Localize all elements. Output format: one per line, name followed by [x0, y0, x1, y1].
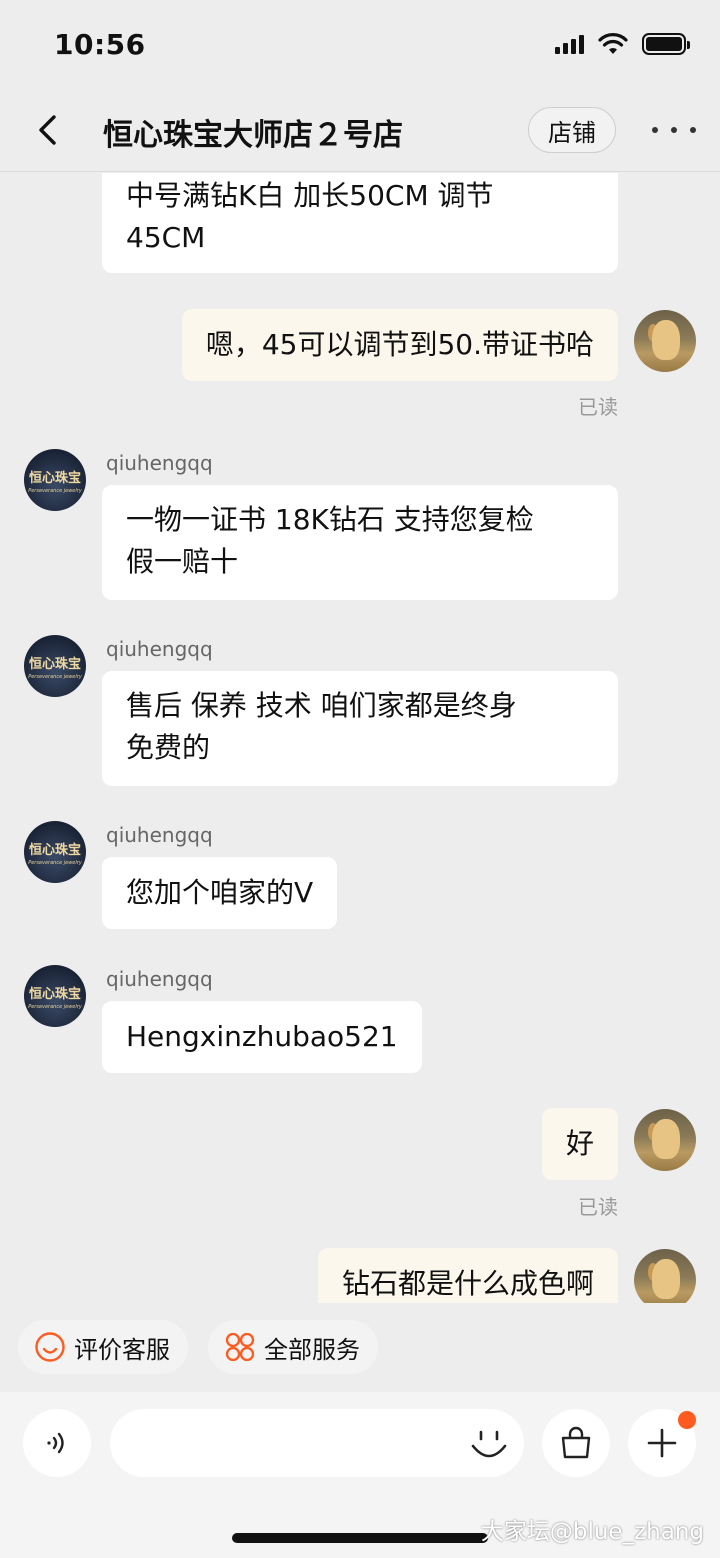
shop-avatar-name: 恒心珠宝 [28, 842, 81, 858]
all-services-button[interactable]: 全部服务 [208, 1320, 378, 1374]
cellular-signal-icon [555, 34, 584, 54]
message-bubble-incoming[interactable]: 您加个咱家的V [102, 857, 338, 929]
shop-avatar-name: 恒心珠宝 [28, 470, 81, 486]
home-indicator[interactable] [232, 1533, 488, 1543]
shop-avatar-name: 恒心珠宝 [28, 656, 81, 672]
message-bubble-incoming[interactable]: 一物一证书 18K钻石 支持您复检 假一赔十 [102, 485, 618, 600]
more-options-button[interactable] [652, 110, 696, 150]
voice-input-button[interactable] [23, 1409, 91, 1477]
more-dot-icon [671, 127, 677, 133]
more-dot-icon [652, 127, 658, 133]
notification-badge [678, 1411, 696, 1429]
quick-actions: 评价客服 全部服务 [18, 1320, 378, 1374]
shop-avatar-subtitle: Perseverance jewelry [28, 1003, 82, 1010]
watermark: 大家坛@blue_zhang [480, 1519, 704, 1545]
message-bubble-incoming[interactable]: 中号满钻K白 加长50CM 调节 45CM [102, 173, 618, 273]
rate-service-label: 评价客服 [74, 1335, 170, 1364]
chat-area[interactable]: 中号满钻K白 加长50CM 调节 45CM 嗯，45可以调节到50.带证书哈 已… [0, 173, 720, 1303]
user-avatar[interactable] [634, 1109, 696, 1171]
emoji-icon [471, 1430, 507, 1458]
user-avatar[interactable] [634, 310, 696, 372]
status-icons [555, 33, 690, 55]
read-receipt: 已读 [578, 1195, 618, 1219]
back-button[interactable] [30, 112, 66, 148]
shop-avatar-subtitle: Perseverance jewelry [28, 487, 82, 494]
more-dot-icon [690, 127, 696, 133]
emoji-button[interactable] [466, 1422, 512, 1468]
nav-bar: 恒心珠宝大师店２号店 店铺 [0, 90, 720, 172]
shopping-bag-button[interactable] [542, 1409, 610, 1477]
battery-icon [642, 33, 690, 55]
status-time: 10:56 [54, 28, 146, 61]
shop-avatar[interactable]: 恒心珠宝 Perseverance jewelry [24, 635, 86, 697]
all-services-label: 全部服务 [264, 1335, 360, 1364]
sender-name: qiuhengqq [106, 637, 213, 661]
message-bubble-incoming[interactable]: Hengxinzhubao521 [102, 1001, 422, 1073]
shop-avatar[interactable]: 恒心珠宝 Perseverance jewelry [24, 449, 86, 511]
message-bubble-outgoing[interactable]: 嗯，45可以调节到50.带证书哈 [181, 309, 618, 381]
shop-avatar-subtitle: Perseverance jewelry [28, 673, 82, 680]
shop-avatar-name: 恒心珠宝 [28, 986, 81, 1002]
shop-avatar[interactable]: 恒心珠宝 Perseverance jewelry [24, 965, 86, 1027]
message-bubble-incoming[interactable]: 售后 保养 技术 咱们家都是终身 免费的 [102, 671, 618, 786]
rate-service-button[interactable]: 评价客服 [18, 1320, 188, 1374]
chevron-left-icon [39, 115, 56, 145]
status-bar: 10:56 [0, 0, 720, 90]
shopping-bag-icon [561, 1426, 591, 1459]
message-bubble-outgoing[interactable]: 钻石都是什么成色啊 [317, 1248, 618, 1303]
grid-icon [224, 1331, 256, 1363]
sender-name: qiuhengqq [106, 823, 213, 847]
sender-name: qiuhengqq [106, 451, 213, 475]
user-avatar[interactable] [634, 1249, 696, 1303]
page-title: 恒心珠宝大师店２号店 [103, 118, 403, 153]
plus-icon [647, 1428, 677, 1458]
message-input[interactable] [110, 1409, 524, 1477]
shop-button[interactable]: 店铺 [528, 107, 616, 153]
voice-icon [47, 1432, 64, 1454]
message-bubble-outgoing[interactable]: 好 [541, 1108, 618, 1180]
read-receipt: 已读 [578, 395, 618, 419]
wifi-icon [598, 33, 628, 54]
shop-avatar[interactable]: 恒心珠宝 Perseverance jewelry [24, 821, 86, 883]
smiley-icon [34, 1331, 66, 1363]
shop-avatar-subtitle: Perseverance jewelry [28, 859, 82, 866]
sender-name: qiuhengqq [106, 967, 213, 991]
